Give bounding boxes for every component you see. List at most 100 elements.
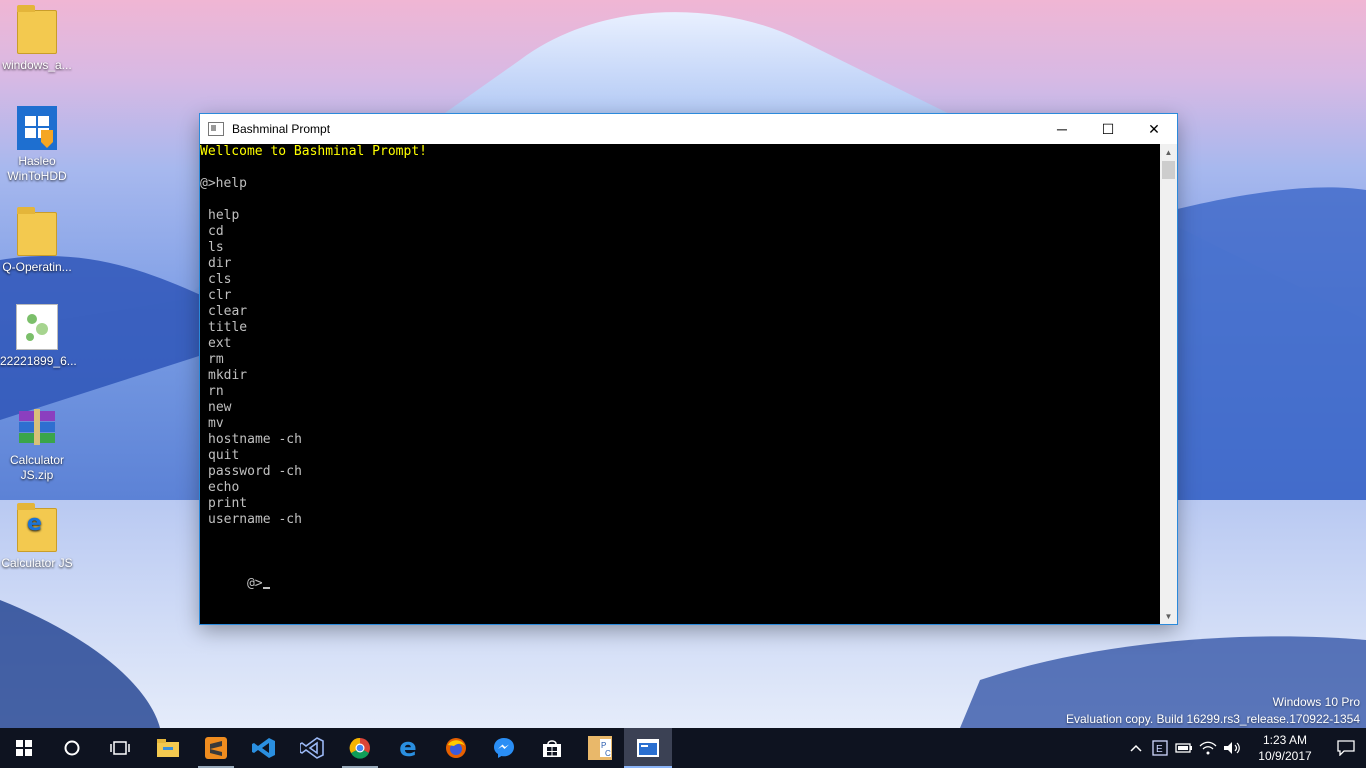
taskbar-sublime-text[interactable] [192,728,240,768]
command-list-item: hostname -ch [208,432,302,447]
start-button[interactable] [0,728,48,768]
folder-icon: e [17,503,57,552]
folder-icon [17,5,57,54]
taskbar-firefox[interactable] [432,728,480,768]
command-list-item: clear [208,304,248,319]
command-list-item: cd [208,224,224,239]
store-icon [543,740,561,757]
clock-date: 10/9/2017 [1258,749,1312,763]
volume-icon [1224,742,1240,754]
task-view-button[interactable] [96,728,144,768]
desktop-icon-label: Calculator JS [1,556,73,570]
folder-icon [17,207,57,256]
command-list-item: rn [208,384,224,399]
command-list-item: title [208,320,248,335]
system-tray: E 1:23 AM 10/9/2017 [1124,728,1366,768]
wifi-icon [1199,741,1217,755]
bashminal-prompt-icon [637,739,659,757]
taskbar-vs-code[interactable] [240,728,288,768]
command-list-item: help [208,208,240,223]
scroll-up-icon[interactable]: ▲ [1160,144,1177,160]
command-list-item: rm [208,352,224,367]
battery-icon [1175,743,1192,753]
desktop-icon[interactable]: Q-Operatin... [0,207,74,275]
cortana-search-icon [64,740,80,756]
chevron-up-icon [1130,744,1142,752]
maximize-button[interactable]: ☐ [1085,114,1131,144]
taskbar-store[interactable] [528,728,576,768]
messenger-icon [494,738,514,758]
pc-app-icon: PC [588,736,612,760]
taskbar-clock[interactable]: 1:23 AM 10/9/2017 [1250,732,1320,764]
tray-app-button[interactable]: E [1148,728,1172,768]
close-button[interactable]: ✕ [1131,114,1177,144]
start-icon [16,740,32,756]
edge-icon: e [399,733,417,763]
bashminal-window[interactable]: Bashminal Prompt ─ ☐ ✕ Wellcome to Bashm… [200,114,1177,624]
desktop-icon[interactable]: windows_a... [0,5,74,73]
command-list-item: dir [208,256,232,271]
desktop-icon[interactable]: 22221899_6... [0,304,77,369]
notification-icon [1337,740,1355,756]
taskbar-chrome[interactable] [336,728,384,768]
chrome-icon [349,737,370,759]
desktop-icon-label: Calculator JS.zip [9,453,65,482]
command-list-item: mv [208,416,224,431]
taskbar-edge[interactable]: e [384,728,432,768]
taskbar-bashminal-prompt[interactable] [624,728,672,768]
taskbar: e PC E 1:23 AM 10/9/2017 [0,728,1366,768]
taskbar-visual-studio[interactable] [288,728,336,768]
welcome-message: Wellcome to Bashminal Prompt! [200,144,427,159]
prompt-line: @>help [200,176,247,191]
desktop-icon[interactable]: Calculator JS.zip [0,405,74,483]
minimize-button[interactable]: ─ [1039,114,1085,144]
windows-watermark: Windows 10 Pro Evaluation copy. Build 16… [1066,694,1360,728]
taskbar-pc-app[interactable]: PC [576,728,624,768]
svg-text:E: E [1156,744,1163,755]
window-titlebar[interactable]: Bashminal Prompt ─ ☐ ✕ [200,114,1177,144]
current-prompt-line[interactable]: @> [200,560,270,591]
scroll-down-icon[interactable]: ▼ [1160,608,1177,624]
wintohdd-app-icon [17,106,57,150]
taskbar-file-explorer[interactable] [144,728,192,768]
command-list-item: echo [208,480,240,495]
command-list-item: ext [208,336,232,351]
command-list-item: username -ch [208,512,302,527]
scroll-thumb[interactable] [1162,161,1175,179]
command-list-item: quit [208,448,240,463]
command-list-item: print [208,496,248,511]
command-list-item: password -ch [208,464,302,479]
desktop-icon[interactable]: e Calculator JS [0,503,74,571]
volume-button[interactable] [1220,728,1244,768]
clock-time: 1:23 AM [1262,733,1308,747]
vertical-scrollbar[interactable]: ▲ ▼ [1160,144,1177,624]
cortana-button[interactable] [48,728,96,768]
console-output[interactable]: Wellcome to Bashminal Prompt! @>help hel… [200,144,1160,624]
firefox-icon [446,738,466,758]
command-list-item: ls [208,240,224,255]
desktop-icon-label: 22221899_6... [0,354,77,368]
svg-text:C: C [605,749,611,758]
desktop-icon-label: windows_a... [2,58,72,72]
winrar-archive-icon [17,405,57,449]
desktop-icon-label: Q-Operatin... [2,260,72,274]
desktop-icon-label: Hasleo WinToHDD [7,154,67,183]
desktop-icon[interactable]: Hasleo WinToHDD [0,106,74,184]
watermark-build: Evaluation copy. Build 16299.rs3_release… [1066,712,1360,726]
taskbar-messenger[interactable] [480,728,528,768]
battery-button[interactable] [1172,728,1196,768]
command-list-item: clr [208,288,232,303]
show-hidden-icons-button[interactable] [1124,728,1148,768]
visual-studio-icon [300,737,324,759]
edge-overlay-icon: e [27,511,42,536]
image-file-icon [16,304,58,350]
file-explorer-icon [157,739,179,757]
action-center-button[interactable] [1326,728,1366,768]
command-list-item: new [208,400,232,415]
watermark-edition: Windows 10 Pro [1272,695,1360,709]
wifi-button[interactable] [1196,728,1220,768]
window-title: Bashminal Prompt [232,122,331,136]
prompt-symbol: @> [246,576,263,591]
tray-app-icon: E [1152,740,1168,756]
text-cursor [262,587,270,589]
